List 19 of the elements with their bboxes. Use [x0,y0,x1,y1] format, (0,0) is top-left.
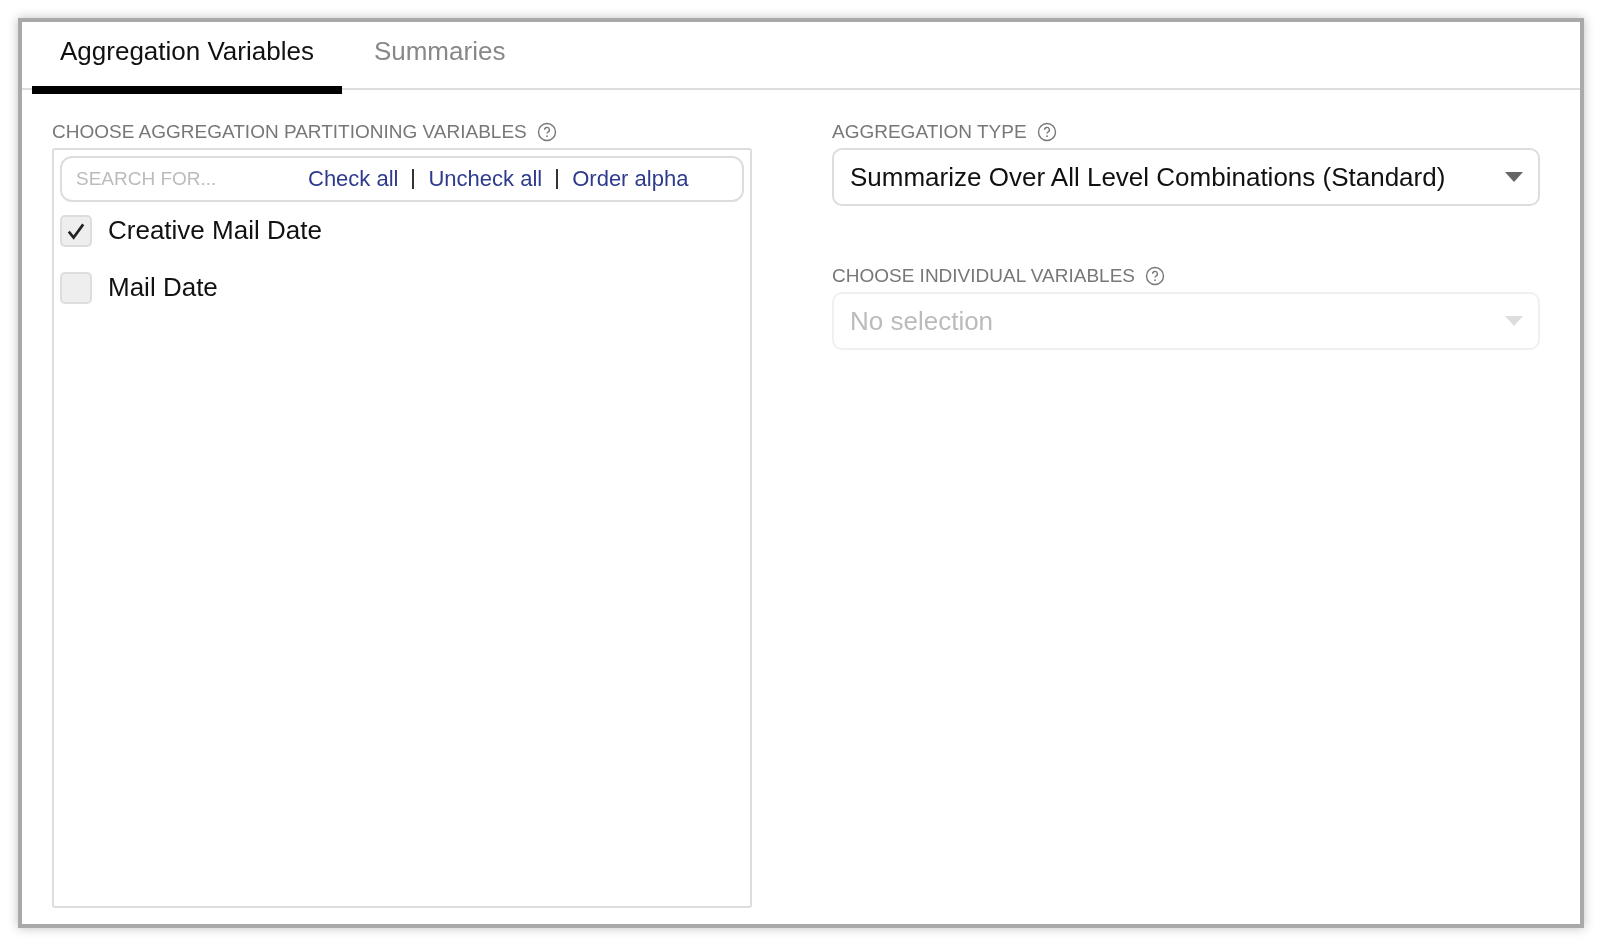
search-field[interactable]: SEARCH FOR... Check all Uncheck all Order alpha [60,156,744,202]
caret-icon [1504,171,1524,183]
section-label: CHOOSE AGGREGATION PARTITIONING VARIABLES [52,121,527,143]
tab[interactable]: Aggregation Variables [32,22,342,94]
section-label: CHOOSE INDIVIDUAL VARIABLES [832,265,1136,287]
help-icon[interactable] [1036,122,1057,142]
dropdown[interactable]: Summarize Over All Level Combinations (Standard) [832,148,1540,206]
checkbox[interactable] [60,271,92,304]
section-label: AGGREGATION TYPE [832,121,1027,143]
checkbox[interactable] [60,214,92,247]
action-link[interactable]: Order alpha [572,166,689,192]
help-icon[interactable] [1145,266,1166,286]
action-link[interactable]: Check all [308,166,399,192]
checkbox-label: Mail Date [108,272,218,303]
tab[interactable]: Summaries [345,22,534,94]
help-icon[interactable] [536,122,557,142]
action-link[interactable]: Uncheck all [428,166,543,192]
checkbox-label: Creative Mail Date [108,215,322,246]
caret-icon [1504,315,1524,327]
